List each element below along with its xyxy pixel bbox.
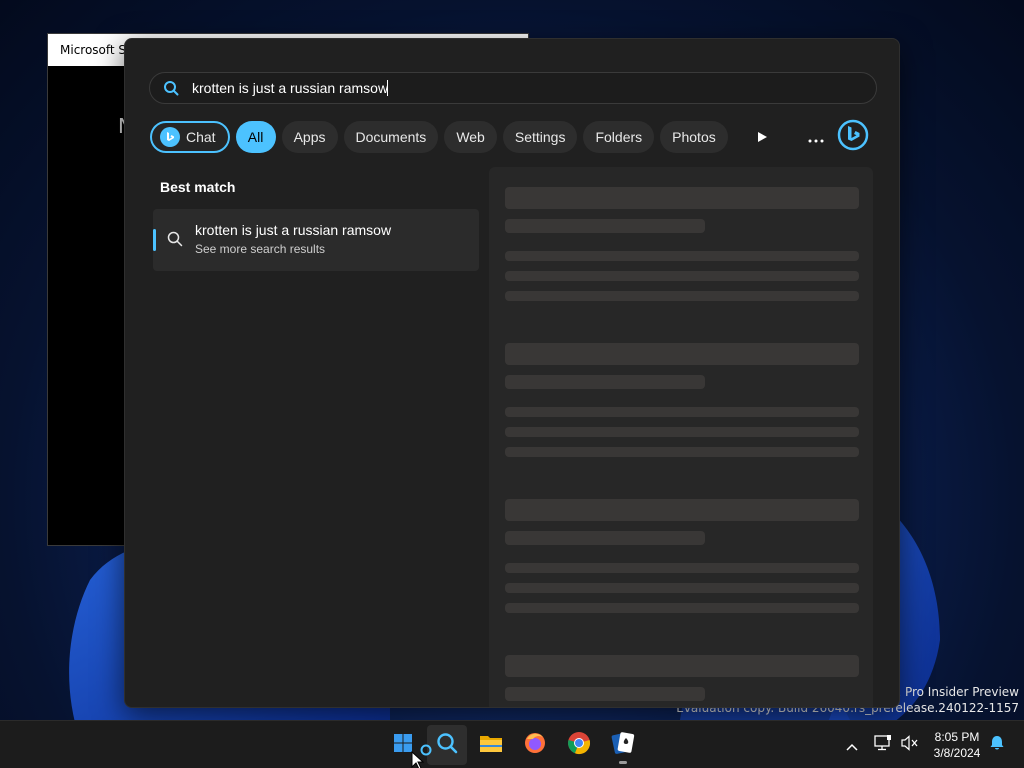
bing-chat-icon [160,127,180,147]
skeleton-heading [505,499,859,521]
skeleton-line [505,447,859,457]
more-icon [808,128,824,147]
notification-bell-icon [989,735,1005,755]
more-filters-button[interactable] [745,120,779,154]
clock-time: 8:05 PM [934,730,980,744]
best-match-item[interactable]: krotten is just a russian ramsow See mor… [153,209,479,271]
network-icon [874,735,892,755]
skeleton-line [505,291,859,301]
more-options-button[interactable] [799,120,833,154]
filter-settings[interactable]: Settings [502,121,578,153]
firefox-icon [523,731,547,759]
filter-documents[interactable]: Documents [343,121,439,153]
search-input[interactable] [192,80,388,96]
taskbar: 8:05 PM 3/8/2024 [0,720,1024,768]
skeleton-subheading [505,219,705,233]
skeleton-heading [505,343,859,365]
play-icon [756,128,768,147]
show-hidden-icons-button[interactable] [838,721,866,768]
filter-apps[interactable]: Apps [281,121,338,153]
bing-button[interactable] [836,119,870,155]
taskbar-file-explorer[interactable] [471,725,511,765]
best-match-heading: Best match [160,179,236,195]
start-icon [393,733,413,757]
selection-indicator [153,229,156,251]
taskbar-firefox[interactable] [515,725,555,765]
best-match-subtitle: See more search results [195,242,326,256]
search-panel: Chat All Apps Documents Web Settings Fol… [124,38,900,708]
text-caret [387,80,388,96]
solitaire-icon [610,731,636,759]
filter-chat[interactable]: Chat [150,121,230,153]
file-explorer-icon [479,733,503,757]
network-button[interactable] [870,721,896,768]
clock-date: 3/8/2024 [933,746,981,760]
filter-all[interactable]: All [235,121,276,153]
chrome-icon [567,731,591,759]
skeleton-line [505,427,859,437]
skeleton-heading [505,655,859,677]
taskbar-search-button[interactable] [427,725,467,765]
skeleton-line [505,563,859,573]
filter-web[interactable]: Web [444,121,497,153]
filter-chat-label: Chat [186,129,216,145]
busy-indicator-icon [420,744,432,756]
skeleton-subheading [505,687,705,701]
search-box[interactable] [149,72,877,104]
skeleton-line [505,603,859,613]
preview-pane-loading [489,167,873,707]
chevron-up-icon [846,736,858,755]
skeleton-line [505,583,859,593]
skeleton-subheading [505,375,705,389]
best-match-title: krotten is just a russian ramsow [195,222,392,238]
skeleton-line [505,271,859,281]
skeleton-subheading [505,531,705,545]
system-clock[interactable]: 8:05 PM 3/8/2024 [930,729,984,761]
search-icon [436,732,458,758]
taskbar-chrome[interactable] [559,725,599,765]
skeleton-heading [505,187,859,209]
search-icon [167,231,183,251]
filter-photos[interactable]: Photos [660,121,728,153]
search-icon [150,80,192,96]
taskbar-solitaire[interactable] [603,725,643,765]
volume-button[interactable] [898,721,922,768]
notifications-button[interactable] [986,721,1008,768]
filter-folders[interactable]: Folders [583,121,655,153]
bing-icon [837,119,869,155]
volume-muted-icon [901,735,919,755]
running-indicator [619,761,627,764]
skeleton-line [505,251,859,261]
skeleton-line [505,407,859,417]
filter-bar: Chat All Apps Documents Web Settings Fol… [150,120,734,154]
